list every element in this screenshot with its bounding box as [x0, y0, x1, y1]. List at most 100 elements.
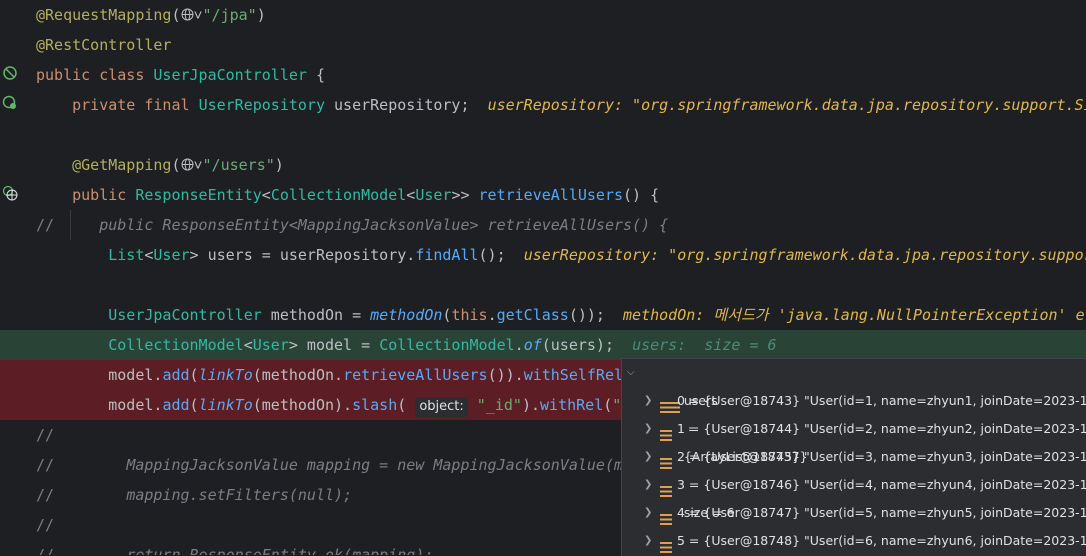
debug-child-ref: {User@18747} — [703, 505, 801, 520]
code-token: < — [261, 186, 271, 204]
debug-child-index: 3 — [677, 477, 685, 492]
code-line[interactable]: UserJpaController methodOn = methodOn(th… — [0, 300, 1086, 330]
url-string: "/users" — [202, 156, 275, 174]
code-token: linkTo — [198, 366, 253, 384]
inline-debug-hint: userRepository: "org.springframework.dat… — [487, 96, 1086, 114]
code-line[interactable]: private final UserRepository userReposit… — [0, 90, 1086, 120]
code-token: > users = userRepository. — [189, 246, 416, 264]
injection-icon[interactable] — [2, 95, 18, 111]
code-token: (users); — [541, 336, 633, 354]
debug-child-row[interactable]: ❯ 1 = {User@18744} "User(id=2, name=zhyun… — [622, 415, 1086, 443]
debug-child-text: "User(id=2, name=zhyun2, joinDate=2023-1… — [804, 421, 1086, 436]
expand-arrow-icon[interactable]: ❯ — [644, 471, 656, 499]
code-token: ( — [171, 156, 181, 174]
code-token: // — [36, 516, 55, 534]
bean-icon[interactable] — [2, 65, 18, 81]
debug-child-row[interactable]: ❯ 5 = {User@18748} "User(id=6, name=zhyun… — [622, 527, 1086, 555]
code-token: ( — [171, 6, 181, 24]
expand-arrow-icon[interactable]: ❯ — [644, 443, 656, 471]
code-token: UserJpaController — [108, 306, 262, 324]
debug-child-ref: {User@18744} — [703, 421, 801, 436]
code-token: . — [487, 306, 497, 324]
code-line[interactable]: List<User> users = userRepository.findAl… — [0, 240, 1086, 270]
code-token: User — [252, 336, 289, 354]
debug-child-row[interactable]: ❯ 2 = {User@18745} "User(id=3, name=zhyun… — [622, 443, 1086, 471]
debug-value-popup[interactable]: ⌵ users = {ArrayList@18737} size = 6 ❯ 0 … — [621, 358, 1086, 556]
globe-icon[interactable] — [181, 151, 194, 181]
debug-header-row[interactable]: ⌵ users = {ArrayList@18737} size = 6 — [622, 359, 1086, 520]
code-token: getClass — [496, 306, 569, 324]
debug-child-ref: {User@18743} — [703, 393, 801, 408]
code-line[interactable]: @GetMapping(˅"/users") — [0, 150, 1086, 180]
code-line[interactable]: @RestController — [0, 30, 1086, 60]
code-token: . — [514, 336, 524, 354]
debug-child-index: 1 — [677, 421, 685, 436]
expand-arrow-icon[interactable]: ❯ — [644, 499, 656, 527]
code-text: UserJpaController methodOn = methodOn(th… — [36, 300, 1084, 330]
parameter-hint-chip: object: — [415, 397, 468, 417]
debug-child-row[interactable]: ❯ 3 = {User@18746} "User(id=4, name=zhyun… — [622, 471, 1086, 499]
code-token: UserRepository — [198, 96, 325, 114]
code-token: add — [162, 366, 190, 384]
debug-child-text: "User(id=6, name=zhyun6, joinDate=2023-1… — [804, 533, 1086, 548]
debug-child-text: "User(id=4, name=zhyun4, joinDate=2023-1… — [804, 477, 1086, 492]
code-text: CollectionModel<User> model = Collection… — [36, 330, 777, 360]
expand-arrow-icon[interactable]: ❯ — [644, 527, 656, 555]
code-text: // MappingJacksonValue mapping = new Map… — [36, 450, 623, 480]
expand-arrow-icon[interactable]: ❯ — [644, 415, 656, 443]
web-endpoint-icon[interactable] — [2, 185, 18, 201]
expand-arrow-icon[interactable]: ❯ — [644, 387, 656, 415]
code-token: < — [243, 336, 253, 354]
globe-icon[interactable] — [181, 1, 194, 31]
debug-child-row[interactable]: ❯ 4 = {User@18747} "User(id=5, name=zhyun… — [622, 499, 1086, 527]
code-line[interactable]: public ResponseEntity<CollectionModel<Us… — [0, 180, 1086, 210]
code-token: model. — [36, 396, 163, 414]
code-token: withRel — [540, 396, 604, 414]
code-token: @GetMapping — [72, 156, 172, 174]
code-token: userRepository; — [325, 96, 488, 114]
code-token: < — [406, 186, 416, 204]
code-token: ˅ — [193, 156, 203, 174]
code-token: >> — [451, 186, 479, 204]
code-line[interactable]: @RequestMapping(˅"/jpa") — [0, 0, 1086, 30]
code-token: ). — [521, 396, 541, 414]
code-token: @RestController — [36, 36, 172, 54]
code-token: public — [72, 186, 136, 204]
url-string: "/jpa" — [202, 6, 257, 24]
debug-child-row[interactable]: ❯ 0 = {User@18743} "User(id=1, name=zhyun… — [622, 387, 1086, 415]
code-token: this — [451, 306, 488, 324]
code-line[interactable]: public class UserJpaController { — [0, 60, 1086, 90]
code-text: public class UserJpaController { — [36, 60, 325, 90]
collapse-arrow-icon[interactable]: ⌵ — [627, 359, 639, 387]
code-token: User — [153, 246, 190, 264]
code-line[interactable] — [0, 270, 1086, 300]
code-text: @GetMapping(˅"/users") — [36, 150, 284, 181]
code-token: ˅ — [193, 6, 203, 24]
code-text: // return ResponseEntity.ok(mapping); — [36, 540, 433, 555]
code-line[interactable]: // public ResponseEntity<MappingJacksonV… — [0, 210, 1086, 240]
field-icon — [660, 479, 672, 497]
debug-child-index: 4 — [677, 505, 685, 520]
code-token: model. — [36, 366, 163, 384]
code-text: List<User> users = userRepository.findAl… — [36, 240, 1086, 270]
code-token: ( — [189, 366, 199, 384]
code-token: private final — [72, 96, 199, 114]
code-line[interactable]: CollectionModel<User> model = Collection… — [0, 330, 1086, 360]
code-token: List — [108, 246, 145, 264]
code-line[interactable] — [0, 120, 1086, 150]
code-token: CollectionModel — [270, 186, 407, 204]
code-token: of — [523, 336, 542, 354]
code-token: findAll — [415, 246, 479, 264]
code-token: MappingJacksonValue mapping = new Mappin… — [126, 456, 624, 474]
code-text: public ResponseEntity<CollectionModel<Us… — [36, 180, 659, 210]
inline-debug-hint: users: size = 6 — [632, 336, 777, 354]
code-text: @RequestMapping(˅"/jpa") — [36, 0, 266, 31]
